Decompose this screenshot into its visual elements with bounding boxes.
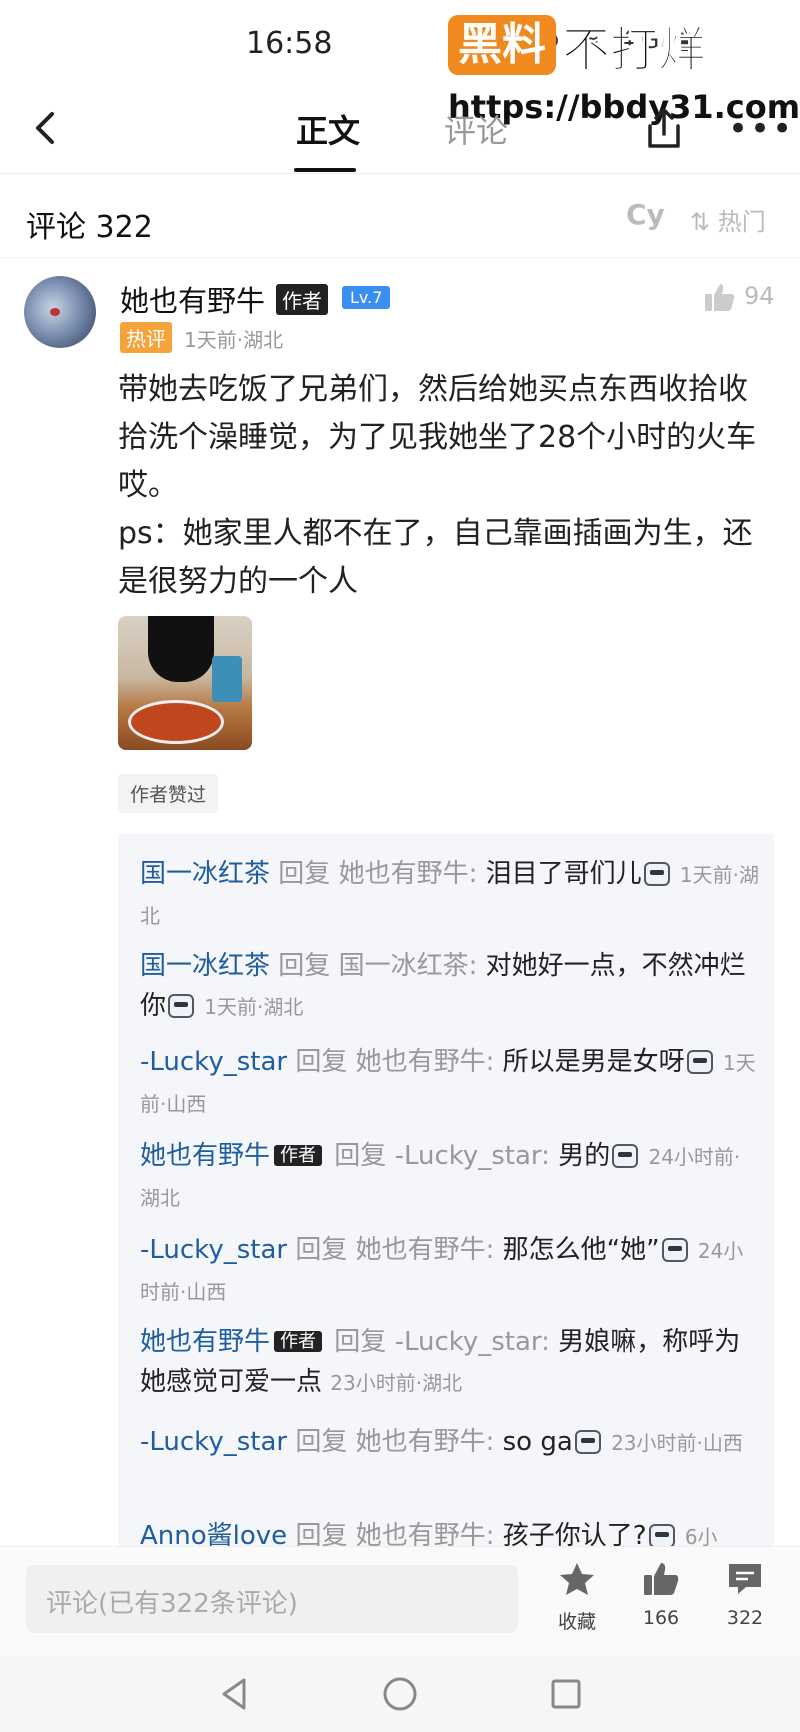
comment-username[interactable]: 她也有野牛 bbox=[120, 278, 265, 320]
avatar[interactable] bbox=[24, 276, 96, 348]
reply-word: 回复 bbox=[295, 1047, 348, 1077]
status-time: 16:58 bbox=[246, 26, 333, 61]
level-badge: Lv.7 bbox=[342, 286, 391, 309]
reply-from[interactable]: 她也有野牛 bbox=[140, 1327, 270, 1357]
emoji-icon bbox=[648, 1524, 675, 1548]
reply-text: 泪目了哥们儿 bbox=[485, 859, 642, 889]
author-badge: 作者 bbox=[274, 1331, 323, 1352]
author-badge: 作者 bbox=[276, 284, 328, 315]
like-button[interactable]: 166 bbox=[626, 1561, 696, 1629]
comment-meta: 1天前·湖北 bbox=[184, 328, 284, 352]
bottom-action-bar: 评论(已有322条评论) 收藏 166 322 bbox=[0, 1546, 800, 1656]
like-count: 166 bbox=[642, 1607, 680, 1629]
tab-active-indicator bbox=[294, 168, 356, 172]
comments-header: 评论 322 Cy ⇅ 热门 bbox=[0, 176, 800, 258]
emoji-icon bbox=[643, 862, 670, 886]
reply-item[interactable]: -Lucky_star 回复 她也有野牛: so ga 23小时前·山西 bbox=[140, 1422, 760, 1463]
comments-count-title: 评论 322 bbox=[26, 210, 153, 245]
watermark-badge: 黑料 bbox=[448, 15, 556, 75]
sort-hot-label: 热门 bbox=[717, 208, 766, 236]
tab-comments[interactable]: 评论 bbox=[444, 106, 508, 152]
reply-time: 1天前·湖北 bbox=[204, 995, 304, 1019]
reply-to[interactable]: -Lucky_star: bbox=[395, 1141, 550, 1171]
favorite-button[interactable]: 收藏 bbox=[542, 1561, 612, 1634]
share-icon[interactable] bbox=[644, 106, 684, 150]
reply-item[interactable]: 她也有野牛 作者 回复 -Lucky_star: 男的 24小时前·湖北 bbox=[140, 1136, 760, 1218]
nav-home-icon[interactable] bbox=[380, 1674, 420, 1714]
emoji-icon bbox=[661, 1238, 688, 1262]
emoji-icon bbox=[686, 1050, 713, 1074]
reply-item[interactable]: 国一冰红茶 回复 她也有野牛: 泪目了哥们儿 1天前·湖北 bbox=[140, 854, 760, 936]
reply-to[interactable]: 她也有野牛: bbox=[339, 859, 478, 889]
reply-from[interactable]: -Lucky_star bbox=[140, 1047, 287, 1077]
comment-button[interactable]: 322 bbox=[710, 1561, 780, 1629]
reply-text: 所以是男是女呀 bbox=[502, 1047, 685, 1077]
replies-panel: 国一冰红茶 回复 她也有野牛: 泪目了哥们儿 1天前·湖北 国一冰红茶 回复 国… bbox=[118, 834, 774, 1554]
more-menu-icon[interactable]: ••• bbox=[728, 112, 794, 146]
watermark-text: 不打烊 bbox=[561, 22, 707, 79]
reply-item[interactable]: 国一冰红茶 回复 国一冰红茶: 对她好一点，不然冲烂你 1天前·湖北 bbox=[140, 946, 760, 1027]
thumbs-up-icon[interactable] bbox=[704, 282, 736, 312]
comment-like-count: 94 bbox=[744, 282, 775, 310]
reply-word: 回复 bbox=[278, 951, 331, 981]
emoji-icon bbox=[574, 1430, 601, 1454]
back-arrow-icon[interactable] bbox=[26, 108, 66, 148]
reply-from[interactable]: -Lucky_star bbox=[140, 1427, 287, 1457]
author-liked-badge: 作者赞过 bbox=[118, 774, 219, 813]
reply-item[interactable]: -Lucky_star 回复 她也有野牛: 所以是男是女呀 1天前·山西 bbox=[140, 1042, 760, 1124]
reply-from[interactable]: 国一冰红茶 bbox=[140, 951, 270, 981]
reply-from[interactable]: 国一冰红茶 bbox=[140, 859, 270, 889]
reply-item[interactable]: -Lucky_star 回复 她也有野牛: 那怎么他“她” 24小时前·山西 bbox=[140, 1230, 760, 1312]
reply-from[interactable]: -Lucky_star bbox=[140, 1235, 287, 1265]
reply-to[interactable]: 她也有野牛: bbox=[356, 1047, 495, 1077]
comment-text: 带她去吃饭了兄弟们，然后给她买点东西收拾收拾洗个澡睡觉，为了见我她坐了28个小时… bbox=[118, 372, 757, 599]
reply-word: 回复 bbox=[334, 1141, 387, 1171]
reply-text: 男的 bbox=[558, 1141, 611, 1171]
reply-to[interactable]: -Lucky_star: bbox=[395, 1327, 550, 1357]
reply-item[interactable]: 她也有野牛 作者 回复 -Lucky_star: 男娘嘛，称呼为她感觉可爱一点 2… bbox=[140, 1322, 760, 1403]
reply-from[interactable]: 她也有野牛 bbox=[140, 1141, 270, 1171]
reply-word: 回复 bbox=[295, 1427, 348, 1457]
system-nav-bar bbox=[0, 1656, 800, 1732]
star-icon bbox=[560, 1563, 594, 1595]
reply-time: 23小时前·湖北 bbox=[330, 1371, 463, 1395]
reply-to[interactable]: 她也有野牛: bbox=[356, 1235, 495, 1265]
reply-word: 回复 bbox=[278, 859, 331, 889]
sort-hot-button[interactable]: ⇅ 热门 bbox=[690, 202, 766, 237]
reply-word: 回复 bbox=[334, 1327, 387, 1357]
favorite-label: 收藏 bbox=[557, 1611, 596, 1633]
hot-comment-badge: 热评 bbox=[120, 322, 172, 353]
emoji-icon bbox=[612, 1144, 639, 1168]
emoji-icon bbox=[168, 994, 195, 1018]
tab-article[interactable]: 正文 bbox=[296, 106, 360, 152]
nav-recents-icon[interactable] bbox=[546, 1674, 586, 1714]
comment-input[interactable]: 评论(已有322条评论) bbox=[26, 1565, 518, 1633]
comment-photo[interactable] bbox=[118, 616, 252, 750]
comment-input-placeholder: 评论(已有322条评论) bbox=[46, 1589, 298, 1619]
reply-to[interactable]: 国一冰红茶: bbox=[339, 951, 478, 981]
author-badge: 作者 bbox=[274, 1145, 323, 1166]
reply-word: 回复 bbox=[295, 1235, 348, 1265]
reply-time: 23小时前·山西 bbox=[611, 1431, 743, 1455]
thumbs-up-icon bbox=[644, 1563, 679, 1595]
nav-back-icon[interactable] bbox=[214, 1674, 254, 1714]
comment-icon bbox=[729, 1564, 761, 1594]
reply-text: 那怎么他“她” bbox=[502, 1235, 660, 1265]
cy-toggle[interactable]: Cy bbox=[626, 198, 665, 231]
comment-count: 322 bbox=[726, 1607, 764, 1629]
reply-text: so ga bbox=[502, 1427, 573, 1457]
top-nav: 正文 评论 ••• bbox=[0, 92, 800, 174]
reply-to[interactable]: 她也有野牛: bbox=[356, 1427, 495, 1457]
